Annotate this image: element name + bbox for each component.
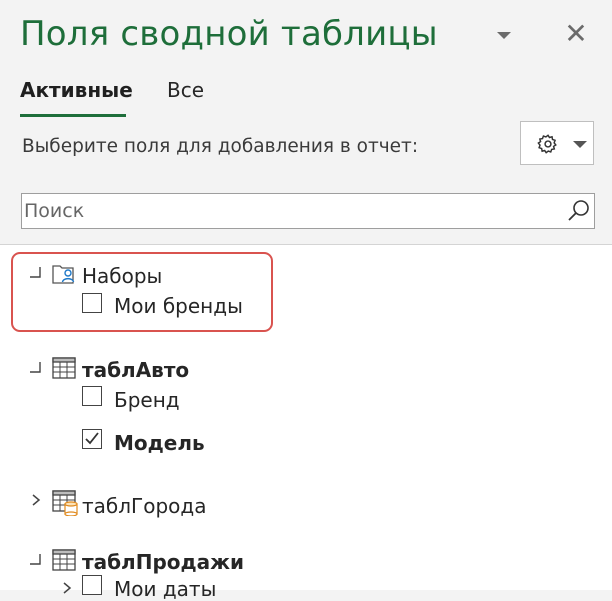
field-my-dates[interactable]: Мои даты [114, 577, 216, 601]
field-brand[interactable]: Бренд [114, 388, 180, 412]
table-icon [52, 357, 76, 379]
pane-options-dropdown-icon[interactable] [497, 32, 511, 39]
field-my-brands[interactable]: Мои бренды [114, 294, 243, 318]
checkbox-my-dates[interactable] [82, 575, 102, 595]
collapse-icon[interactable] [29, 266, 41, 278]
pane-title: Поля сводной таблицы [20, 14, 438, 54]
collapse-icon[interactable] [29, 361, 41, 373]
search-box [21, 193, 595, 229]
checkbox-model[interactable] [82, 429, 102, 449]
search-input[interactable] [24, 196, 554, 226]
close-pane-button[interactable]: ✕ [564, 20, 588, 48]
field-model[interactable]: Модель [114, 431, 205, 455]
checkbox-my-brands[interactable] [82, 293, 102, 313]
search-icon[interactable] [566, 198, 592, 224]
tree-item-table-auto[interactable]: таблАвто [82, 358, 189, 382]
table-data-model-icon [52, 490, 78, 516]
tree-item-table-cities[interactable]: таблГорода [82, 494, 206, 518]
sets-folder-icon [52, 265, 75, 284]
gear-icon [537, 134, 557, 154]
chevron-right-icon[interactable] [31, 493, 41, 507]
checkmark-icon [85, 432, 99, 445]
field-settings-button[interactable] [520, 121, 594, 165]
tree-item-table-sales[interactable]: таблПродажи [82, 550, 244, 574]
tab-all[interactable]: Все [167, 78, 204, 102]
chevron-down-icon [573, 141, 587, 148]
checkbox-brand[interactable] [82, 386, 102, 406]
tab-active[interactable]: Активные [20, 78, 133, 102]
active-tab-underline [20, 114, 126, 117]
table-icon [52, 549, 76, 571]
chevron-right-icon[interactable] [62, 581, 72, 595]
tree-item-sets[interactable]: Наборы [82, 264, 162, 288]
instruction-text: Выберите поля для добавления в отчет: [22, 136, 419, 157]
collapse-icon[interactable] [29, 553, 41, 565]
